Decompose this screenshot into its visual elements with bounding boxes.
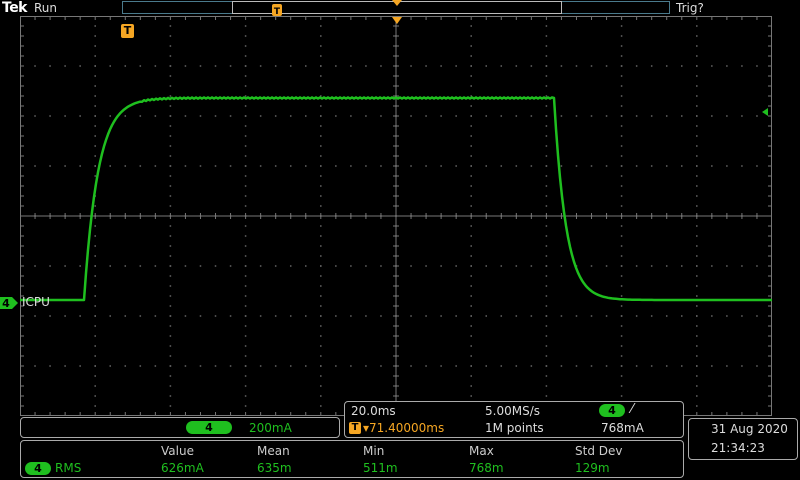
trigger-position-icon: T: [349, 422, 361, 434]
record-trigger-icon: T: [272, 4, 282, 16]
meas-header-max: Max: [469, 444, 494, 458]
ch4-scale: 200mA: [249, 421, 292, 435]
meas-header-min: Min: [363, 444, 385, 458]
ch4-ground-marker-icon[interactable]: 4: [0, 296, 18, 310]
meas-name: RMS: [55, 461, 82, 475]
brand-logo: Tek: [2, 0, 28, 16]
sample-rate: 5.00MS/s: [485, 404, 540, 418]
datetime-panel[interactable]: 31 Aug 2020 21:34:23: [688, 418, 798, 460]
meas-min: 511m: [363, 461, 398, 475]
date: 31 Aug 2020: [711, 422, 788, 436]
meas-max: 768m: [469, 461, 504, 475]
measurement-panel[interactable]: Value Mean Min Max Std Dev 4 RMS 626mA 6…: [20, 440, 684, 478]
channel-scale-panel[interactable]: 4 200mA: [20, 417, 340, 438]
svg-text:T: T: [274, 7, 281, 16]
meas-value: 626mA: [161, 461, 204, 475]
record-center-marker-icon: [392, 0, 402, 6]
timebase-panel[interactable]: 20.0ms 5.00MS/s 4 ⁄ T ▾71.40000ms 1M poi…: [344, 401, 684, 438]
trigger-t-marker-icon: T: [121, 24, 134, 38]
trigger-slope-icon: ⁄: [631, 402, 634, 417]
waveform-graticule[interactable]: [20, 16, 772, 416]
record-length: 1M points: [485, 421, 544, 435]
meas-header-stddev: Std Dev: [575, 444, 623, 458]
svg-text:4: 4: [2, 297, 10, 310]
meas-header-value: Value: [161, 444, 194, 458]
time: 21:34:23: [711, 441, 765, 455]
meas-source-badge: 4: [25, 462, 51, 475]
time-per-div: 20.0ms: [351, 404, 396, 418]
trigger-level: 768mA: [601, 421, 644, 435]
trigger-status: Trig?: [676, 1, 704, 15]
trigger-source-badge: 4: [599, 404, 625, 417]
run-status[interactable]: Run: [34, 1, 57, 15]
meas-stddev: 129m: [575, 461, 610, 475]
meas-header-mean: Mean: [257, 444, 290, 458]
meas-mean: 635m: [257, 461, 292, 475]
ch4-badge: 4: [186, 421, 232, 434]
trigger-position: ▾71.40000ms: [363, 421, 445, 435]
ch4-label: ICPU: [22, 295, 50, 309]
status-bar: Tek Run T Trig?: [0, 0, 800, 16]
